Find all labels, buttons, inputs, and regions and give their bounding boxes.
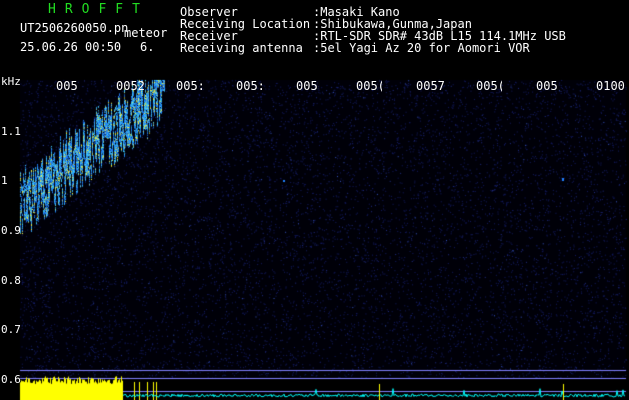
y-tick-label: 0.6 <box>1 373 21 386</box>
x-tick-label: 005 <box>56 80 78 92</box>
x-tick-label: 005( <box>356 80 382 92</box>
spectrogram-canvas <box>0 0 629 400</box>
meteor-label: meteor <box>124 26 168 40</box>
brand-title: HROFFT <box>48 2 149 17</box>
y-tick-label: 0.9 <box>1 224 21 237</box>
x-tick-label: 005( <box>476 80 502 92</box>
count-label: 6. <box>140 40 155 54</box>
filename-label: UT2506260050.pn <box>20 21 129 35</box>
y-tick-label: 0.7 <box>1 323 21 336</box>
y-axis-unit: kHz <box>1 75 21 88</box>
antenna-label: Receiving antenna <box>180 41 303 55</box>
x-tick-label: 005: <box>236 80 262 92</box>
x-tick-label: 0052 <box>116 80 145 92</box>
x-tick-label: 0100 <box>596 80 625 92</box>
y-tick-label: 0.8 <box>1 274 21 287</box>
x-tick-label: 0057 <box>416 80 445 92</box>
x-tick-label: 005 <box>296 80 318 92</box>
x-tick-label: 005 <box>536 80 558 92</box>
x-tick-label: 005: <box>176 80 202 92</box>
y-tick-label: 1.1 <box>1 125 21 138</box>
y-tick-label: 1 <box>1 174 8 187</box>
antenna-value: :5el Yagi Az 20 for Aomori VOR <box>313 41 530 55</box>
datetime-label: 25.06.26 00:50 <box>20 40 122 54</box>
